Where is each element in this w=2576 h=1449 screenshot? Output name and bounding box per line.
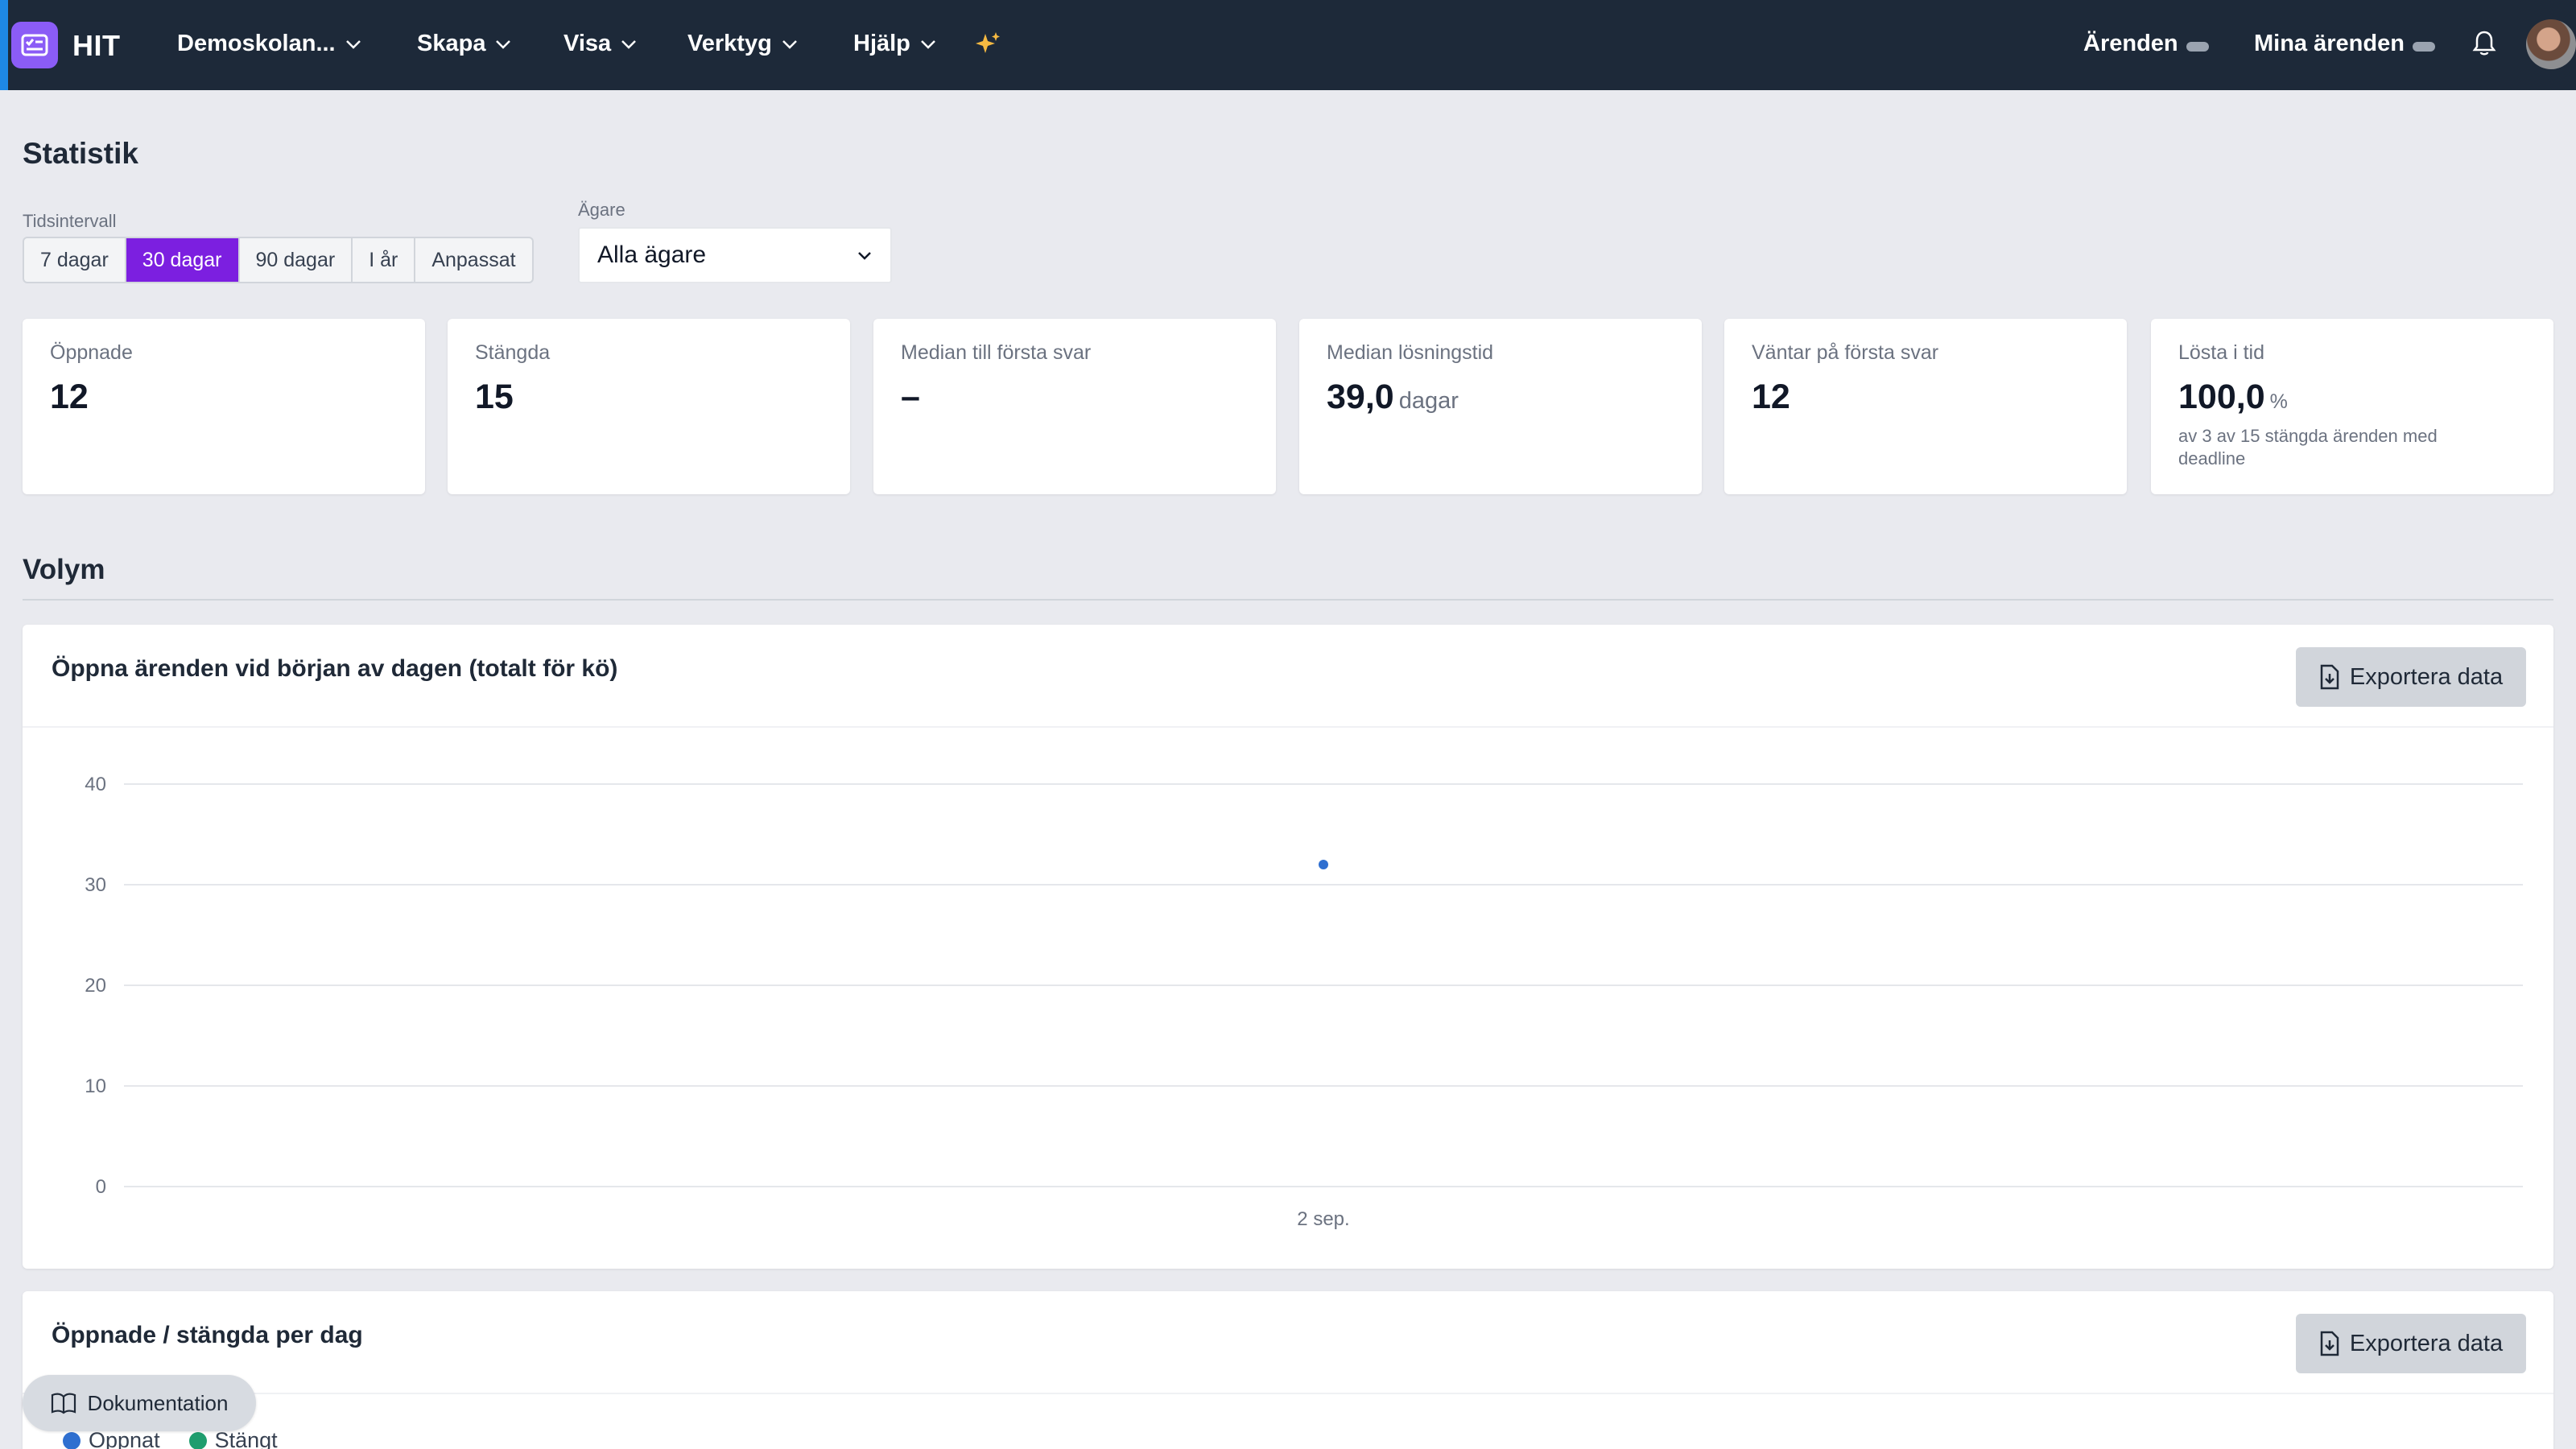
export-label: Exportera data <box>2349 1330 2504 1356</box>
data-point[interactable] <box>1319 860 1328 869</box>
y-tick-label: 40 <box>85 774 106 795</box>
nav-menu-organization[interactable]: Demoskolan... <box>177 31 361 57</box>
stat-card-median-resolution: Median lösningstid 39,0 dagar <box>1299 319 1702 494</box>
app-name[interactable]: HIT <box>72 29 121 63</box>
interval-90-days[interactable]: 90 dagar <box>240 238 353 282</box>
chevron-down-icon <box>858 252 871 260</box>
active-edge-indicator <box>0 0 8 90</box>
nav-menu-label: Hjälp <box>853 31 910 56</box>
stat-value: 15 <box>475 378 514 416</box>
user-avatar[interactable] <box>2526 19 2576 69</box>
documentation-button[interactable]: Dokumentation <box>23 1375 256 1431</box>
nav-menu-hjalp[interactable]: Hjälp <box>853 31 936 57</box>
top-navigation-bar: HIT Demoskolan... Skapa Visa Verktyg Hjä… <box>0 0 2576 90</box>
stat-label: Lösta i tid <box>2178 341 2265 364</box>
nav-menu-label: Demoskolan... <box>177 31 336 56</box>
y-tick-label: 20 <box>85 975 106 997</box>
owner-label: Ägare <box>578 200 625 220</box>
chart-panel-open-tickets: Öppna ärenden vid början av dagen (total… <box>23 625 2553 1269</box>
panel-header: Öppna ärenden vid början av dagen (total… <box>23 625 2553 728</box>
book-icon <box>51 1393 76 1414</box>
interval-selector: 7 dagar 30 dagar 90 dagar I år Anpassat <box>23 237 534 283</box>
file-download-icon <box>2320 664 2339 690</box>
stat-value-row: 100,0% <box>2178 378 2526 417</box>
stat-value: – <box>901 378 920 416</box>
interval-7-days[interactable]: 7 dagar <box>24 238 126 282</box>
nav-menu-label: Visa <box>564 31 612 56</box>
stat-value-row: 39,0 dagar <box>1327 378 1674 417</box>
panel-title: Öppna ärenden vid början av dagen (total… <box>52 655 618 682</box>
interval-this-year[interactable]: I år <box>353 238 416 282</box>
bell-icon[interactable] <box>2471 29 2497 58</box>
sparkles-icon[interactable] <box>974 31 1001 58</box>
panel-title: Öppnade / stängda per dag <box>52 1322 363 1348</box>
interval-custom[interactable]: Anpassat <box>415 238 531 282</box>
interval-label: Tidsintervall <box>23 211 117 231</box>
stat-label: Median lösningstid <box>1327 341 1494 364</box>
stat-card-closed: Stängda 15 <box>448 319 850 494</box>
stat-value: 12 <box>1752 378 1790 416</box>
stat-card-median-first-reply: Median till första svar – <box>873 319 1276 494</box>
stat-value: 12 <box>50 378 89 416</box>
arenden-label: Ärenden <box>2083 31 2178 56</box>
nav-menu-skapa[interactable]: Skapa <box>417 31 511 57</box>
legend-dot <box>188 1431 207 1449</box>
stat-label: Väntar på första svar <box>1752 341 1939 364</box>
section-title-volume: Volym <box>23 554 105 585</box>
chevron-down-icon <box>782 39 797 49</box>
mina-arenden-link[interactable]: Mina ärenden <box>2254 31 2435 57</box>
mina-arenden-count-badge <box>2412 41 2435 52</box>
nav-menu-label: Skapa <box>417 31 486 56</box>
x-tick-label: 2 sep. <box>1297 1208 1349 1230</box>
chart-panel-opened-closed: Öppnade / stängda per dag Exportera data… <box>23 1291 2553 1449</box>
documentation-label: Dokumentation <box>87 1390 229 1415</box>
nav-menu-label: Verktyg <box>687 31 772 56</box>
chevron-down-icon <box>496 39 511 49</box>
stat-unit: % <box>2269 390 2288 413</box>
stat-card-opened: Öppnade 12 <box>23 319 425 494</box>
interval-30-days[interactable]: 30 dagar <box>126 238 240 282</box>
arenden-count-badge <box>2186 41 2209 52</box>
panel-header: Öppnade / stängda per dag Exportera data <box>23 1291 2553 1394</box>
stat-value: 39,0 <box>1327 378 1394 416</box>
file-download-icon <box>2320 1331 2339 1356</box>
export-data-button[interactable]: Exportera data <box>2296 1314 2526 1373</box>
open-tickets-chart: 0 10 20 30 40 2 sep. <box>85 774 2523 1230</box>
app-logo-icon[interactable] <box>11 22 58 68</box>
export-label: Exportera data <box>2349 663 2504 690</box>
section-divider <box>23 599 2553 601</box>
y-tick-label: 10 <box>85 1075 106 1097</box>
export-data-button[interactable]: Exportera data <box>2296 647 2526 707</box>
stat-card-awaiting-first-reply: Väntar på första svar 12 <box>1724 319 2127 494</box>
arenden-link[interactable]: Ärenden <box>2083 31 2209 57</box>
stat-value: 100,0 <box>2178 378 2265 416</box>
stat-label: Median till första svar <box>901 341 1092 364</box>
chevron-down-icon <box>621 39 637 49</box>
chevron-down-icon <box>345 39 361 49</box>
stat-label: Öppnade <box>50 341 133 364</box>
stat-label: Stängda <box>475 341 551 364</box>
stat-subtext: av 3 av 15 stängda ärenden med deadline <box>2178 426 2438 469</box>
y-tick-label: 30 <box>85 874 106 896</box>
y-tick-label: 0 <box>96 1176 106 1198</box>
mina-arenden-label: Mina ärenden <box>2254 31 2405 56</box>
nav-menu-verktyg[interactable]: Verktyg <box>687 31 798 57</box>
page-title: Statistik <box>23 137 138 170</box>
owner-select[interactable]: Alla ägare <box>578 227 892 283</box>
legend-dot <box>63 1431 80 1449</box>
stat-card-resolved-on-time: Lösta i tid 100,0% av 3 av 15 stängda är… <box>2151 319 2553 494</box>
chevron-down-icon <box>921 39 935 49</box>
owner-select-value: Alla ägare <box>597 242 707 268</box>
stat-unit: dagar <box>1398 388 1459 414</box>
nav-menu-visa[interactable]: Visa <box>564 31 637 57</box>
